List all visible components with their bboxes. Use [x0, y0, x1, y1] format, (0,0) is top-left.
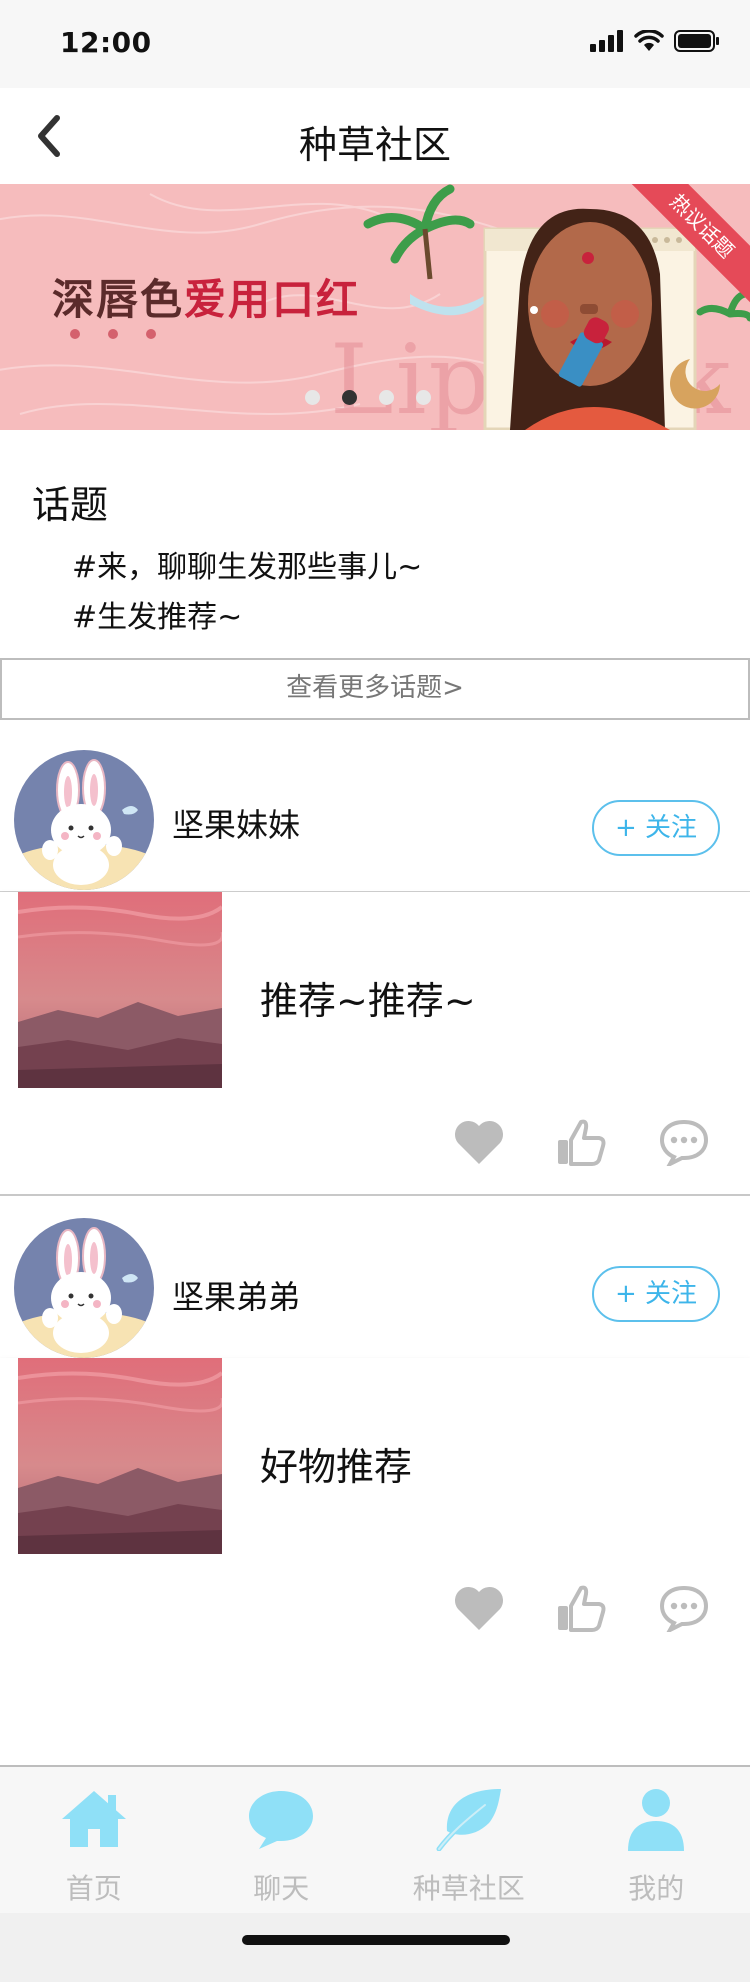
username[interactable]: 坚果弟弟	[172, 1272, 300, 1318]
avatar[interactable]	[14, 750, 154, 890]
tab-label: 首页	[65, 1872, 122, 1905]
chat-bubble-icon	[249, 1791, 314, 1849]
status-icons	[590, 30, 720, 52]
post-card[interactable]: 推荐~推荐~	[0, 892, 750, 1088]
signal-icon	[590, 30, 623, 52]
thumbs-up-icon[interactable]	[555, 1584, 607, 1632]
carousel-dot[interactable]	[305, 390, 320, 405]
topic-item[interactable]: #生发推荐~	[72, 592, 242, 636]
carousel-dot[interactable]	[416, 390, 431, 405]
home-indicator[interactable]	[242, 1935, 510, 1945]
moon-landscape-image	[18, 1358, 222, 1554]
post-title[interactable]: 好物推荐	[260, 1436, 412, 1491]
moon-landscape-image	[18, 892, 222, 1088]
heart-icon[interactable]	[453, 1584, 505, 1632]
post-author-row: 坚果妹妹 + 关注	[0, 720, 750, 892]
tab-community[interactable]: 种草社区	[375, 1767, 563, 1913]
wifi-icon	[634, 30, 664, 51]
comment-icon[interactable]	[658, 1584, 710, 1632]
tab-profile[interactable]: 我的	[563, 1767, 750, 1913]
bunny-avatar-icon	[14, 759, 154, 890]
post-card[interactable]: 好物推荐	[0, 1358, 750, 1554]
comment-icon[interactable]	[658, 1118, 710, 1166]
post-thumbnail[interactable]	[18, 892, 222, 1088]
tab-label: 我的	[628, 1872, 685, 1905]
carousel-indicator	[305, 390, 431, 405]
post-actions	[0, 1088, 750, 1196]
topics-heading: 话题	[32, 483, 109, 527]
topics-section: 话题 #来，聊聊生发那些事儿~ #生发推荐~	[0, 430, 750, 660]
leaf-icon	[436, 1789, 501, 1851]
home-indicator-area	[0, 1913, 750, 1982]
topic-item[interactable]: #来，聊聊生发那些事儿~	[72, 542, 422, 586]
more-topics-button[interactable]: 查看更多话题>	[0, 658, 750, 720]
post-actions	[0, 1554, 750, 1765]
battery-icon	[674, 30, 719, 52]
nav-bar: 种草社区	[0, 88, 750, 184]
thumbs-up-icon[interactable]	[555, 1118, 607, 1166]
tab-bar: 首页 聊天 种草社区 我的	[0, 1765, 750, 1913]
tab-home[interactable]: 首页	[0, 1767, 188, 1913]
avatar[interactable]	[14, 1218, 154, 1358]
tab-chat[interactable]: 聊天	[188, 1767, 376, 1913]
follow-button[interactable]: + 关注	[592, 800, 720, 856]
home-icon	[61, 1791, 126, 1847]
carousel-dot-active[interactable]	[342, 390, 357, 405]
post-author-row: 坚果弟弟 + 关注	[0, 1196, 750, 1368]
user-icon	[628, 1789, 685, 1851]
bunny-avatar-icon	[14, 1227, 154, 1358]
status-bar: 12:00	[0, 0, 750, 88]
username[interactable]: 坚果妹妹	[172, 800, 300, 846]
heart-icon[interactable]	[453, 1118, 505, 1166]
page-title: 种草社区	[298, 123, 451, 167]
post-title[interactable]: 推荐~推荐~	[260, 970, 476, 1025]
follow-button[interactable]: + 关注	[592, 1266, 720, 1322]
tab-label: 种草社区	[412, 1872, 525, 1905]
carousel-dot[interactable]	[379, 390, 394, 405]
status-time: 12:00	[60, 26, 152, 59]
tab-label: 聊天	[253, 1872, 310, 1905]
post-thumbnail[interactable]	[18, 1358, 222, 1554]
